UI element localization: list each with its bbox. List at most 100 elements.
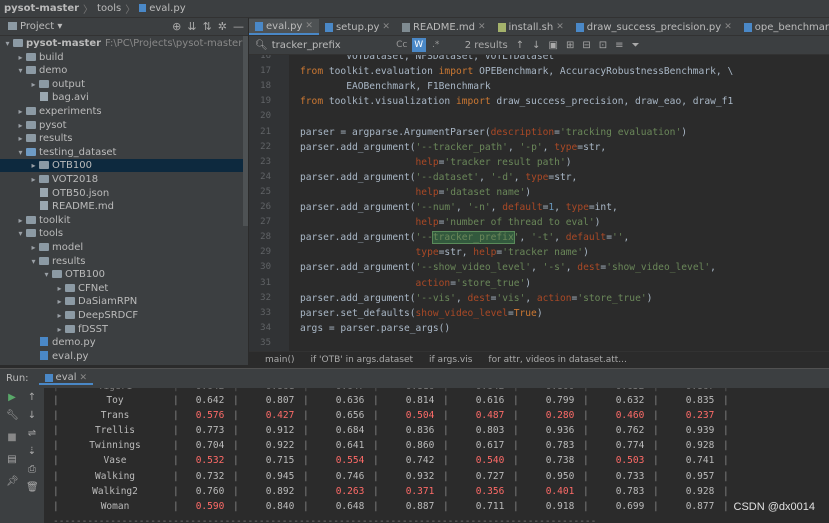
code-breadcrumb[interactable]: main() xyxy=(265,355,295,365)
add-selection-icon[interactable]: ⊞ xyxy=(566,40,574,51)
editor-tab[interactable]: README.md ✕ xyxy=(396,19,492,35)
chevron-down-icon[interactable]: ▾ xyxy=(16,64,25,77)
filter-icon[interactable]: ⏷ xyxy=(632,40,640,51)
tree-item[interactable]: ▸ build xyxy=(0,51,248,64)
tree-item[interactable]: ▾ tools xyxy=(0,227,248,240)
chevron-right-icon[interactable]: ▸ xyxy=(55,323,64,336)
code-line[interactable]: args = parser.parse_args() xyxy=(300,323,450,334)
tree-item[interactable]: ▾ results xyxy=(0,255,248,268)
run-console[interactable]: |Tiger1|0.642|0.861|0.647|0.816|0.642|0.… xyxy=(45,388,829,523)
editor-tab[interactable]: eval.py ✕ xyxy=(249,19,319,35)
tree-item[interactable]: ▸ CFNet xyxy=(0,282,248,295)
run-config-tab[interactable]: eval ✕ xyxy=(38,372,94,385)
tree-item[interactable]: ▾ demo xyxy=(0,64,248,77)
chevron-right-icon[interactable]: ▸ xyxy=(16,119,25,132)
tree-item[interactable]: ▸ toolkit xyxy=(0,214,248,227)
tree-item[interactable]: ▸ results xyxy=(0,132,248,145)
code-line[interactable]: EAOBenchmark, F1Benchmark xyxy=(300,81,490,92)
code-line[interactable]: help='dataset name') xyxy=(300,187,532,198)
wrench-icon[interactable]: 🔧︎ xyxy=(6,410,19,422)
code-line[interactable]: parser.add_argument('--vis', dest='vis',… xyxy=(300,293,652,304)
tree-item[interactable]: ▸ model xyxy=(0,241,248,254)
code-breadcrumb[interactable]: for attr, videos in dataset.att... xyxy=(488,355,626,365)
soft-wrap-icon[interactable]: ⇌ xyxy=(26,428,38,440)
chevron-down-icon[interactable]: ▾ xyxy=(16,146,25,159)
editor-tab[interactable]: draw_success_precision.py ✕ xyxy=(570,19,738,35)
select-all-icon[interactable]: ▣ xyxy=(549,40,558,51)
chevron-down-icon[interactable]: ▾ xyxy=(42,268,51,281)
tree-item[interactable]: demo.py xyxy=(0,336,248,349)
minimize-icon[interactable]: — xyxy=(233,20,244,33)
gear-icon[interactable]: ✲ xyxy=(218,20,227,33)
chevron-right-icon[interactable]: ▸ xyxy=(29,173,38,186)
tree-item[interactable]: bag.avi xyxy=(0,91,248,104)
chevron-right-icon[interactable]: ▸ xyxy=(29,241,38,254)
tree-item[interactable]: ▸ experiments xyxy=(0,105,248,118)
pin-icon[interactable]: 📌︎ xyxy=(6,476,19,488)
scroll-end-icon[interactable]: ⇣ xyxy=(26,446,38,458)
tree-item[interactable]: ▸ VOT2018 xyxy=(0,173,248,186)
target-icon[interactable]: ⊕ xyxy=(172,20,181,33)
chevron-right-icon[interactable]: ▸ xyxy=(55,282,64,295)
nav-folder[interactable]: tools xyxy=(93,3,125,14)
tree-item[interactable]: ▸ output xyxy=(0,78,248,91)
arrow-up-icon[interactable]: ↑ xyxy=(516,40,524,51)
collapse-icon[interactable]: ⇊ xyxy=(187,20,196,33)
nav-project[interactable]: pysot-master xyxy=(0,3,83,14)
tree-item[interactable]: OTB50.json xyxy=(0,187,248,200)
tree-item[interactable]: ▾ OTB100 xyxy=(0,268,248,281)
close-icon[interactable]: ✕ xyxy=(724,22,732,32)
code-line[interactable]: help='tracker result path') xyxy=(300,157,572,168)
code-line[interactable]: from toolkit.visualization import draw_s… xyxy=(300,96,733,107)
scroll-down-icon[interactable]: ↓ xyxy=(26,410,38,422)
multiline-icon[interactable]: ≡ xyxy=(615,40,623,51)
code-line[interactable]: type=str, help='tracker name') xyxy=(300,247,589,258)
remove-selection-icon[interactable]: ⊟ xyxy=(582,40,590,51)
chevron-right-icon[interactable]: ▸ xyxy=(55,309,64,322)
code-breadcrumb[interactable]: if args.vis xyxy=(429,355,472,365)
code-line[interactable]: action='store_true') xyxy=(300,278,532,289)
tree-item[interactable]: ▸ pysot xyxy=(0,119,248,132)
editor-tab[interactable]: ope_benchmark.py✕ xyxy=(738,19,829,35)
tree-item[interactable]: ▸ fDSST xyxy=(0,323,248,336)
code-breadcrumb[interactable]: if 'OTB' in args.dataset xyxy=(311,355,414,365)
arrow-down-icon[interactable]: ↓ xyxy=(532,40,540,51)
tree-item[interactable]: eval.py xyxy=(0,350,248,363)
code-line[interactable]: parser.add_argument('--num', '-n', defau… xyxy=(300,202,618,213)
rerun-icon[interactable]: ▶ xyxy=(6,392,18,404)
nav-file[interactable]: eval.py xyxy=(135,3,189,14)
code-line[interactable]: parser = argparse.ArgumentParser(descrip… xyxy=(300,127,687,138)
toggle-selection-icon[interactable]: ⊡ xyxy=(599,40,607,51)
code-line[interactable]: VOTDataset, NFSDataset, VOTLTDataset xyxy=(300,55,554,62)
code-editor[interactable]: 16 17 18 19 20 21 22 23 24 25 26 27 28 29 30 31 32 33 34 35… xyxy=(249,55,829,351)
project-view-selector[interactable]: Project ▾ xyxy=(4,21,66,32)
code-line[interactable]: parser.set_defaults(show_video_level=Tru… xyxy=(300,308,543,319)
code-line[interactable]: parser.add_argument('--show_video_level'… xyxy=(300,262,716,273)
code-line[interactable]: parser.add_argument('--tracker_path', '-… xyxy=(300,142,606,153)
chevron-down-icon[interactable]: ▾ xyxy=(3,37,12,50)
tree-item[interactable]: ▾ testing_dataset xyxy=(0,146,248,159)
tree-item[interactable]: ▾ pysot-master F:\PC\Projects\pysot-master xyxy=(0,37,248,50)
chevron-down-icon[interactable]: ▾ xyxy=(29,255,38,268)
chevron-right-icon[interactable]: ▸ xyxy=(55,295,64,308)
whole-word-toggle[interactable]: W xyxy=(411,38,426,52)
expand-icon[interactable]: ⇅ xyxy=(203,20,212,33)
close-icon[interactable]: ✕ xyxy=(305,21,313,31)
close-icon[interactable]: ✕ xyxy=(478,22,486,32)
chevron-right-icon[interactable]: ▸ xyxy=(29,78,38,91)
chevron-right-icon[interactable]: ▸ xyxy=(16,132,25,145)
scroll-up-icon[interactable]: ↑ xyxy=(26,392,38,404)
editor-tab[interactable]: setup.py ✕ xyxy=(319,19,396,35)
print-icon[interactable]: ⎙ xyxy=(26,464,38,476)
code-line[interactable]: parser.add_argument('--tracker_prefix', … xyxy=(300,231,629,245)
chevron-right-icon[interactable]: ▸ xyxy=(29,159,38,172)
close-icon[interactable]: ✕ xyxy=(382,22,390,32)
regex-toggle[interactable]: .* xyxy=(429,38,443,52)
tree-item[interactable]: ▸ DaSiamRPN xyxy=(0,295,248,308)
stop-icon[interactable]: ■ xyxy=(6,432,18,444)
code-line[interactable]: parser.add_argument('--dataset', '-d', t… xyxy=(300,172,577,183)
code-line[interactable]: from toolkit.evaluation import OPEBenchm… xyxy=(300,66,733,77)
tree-item[interactable]: ▸ DeepSRDCF xyxy=(0,309,248,322)
layout-icon[interactable]: ▤ xyxy=(6,454,18,466)
close-icon[interactable]: ✕ xyxy=(80,373,88,383)
